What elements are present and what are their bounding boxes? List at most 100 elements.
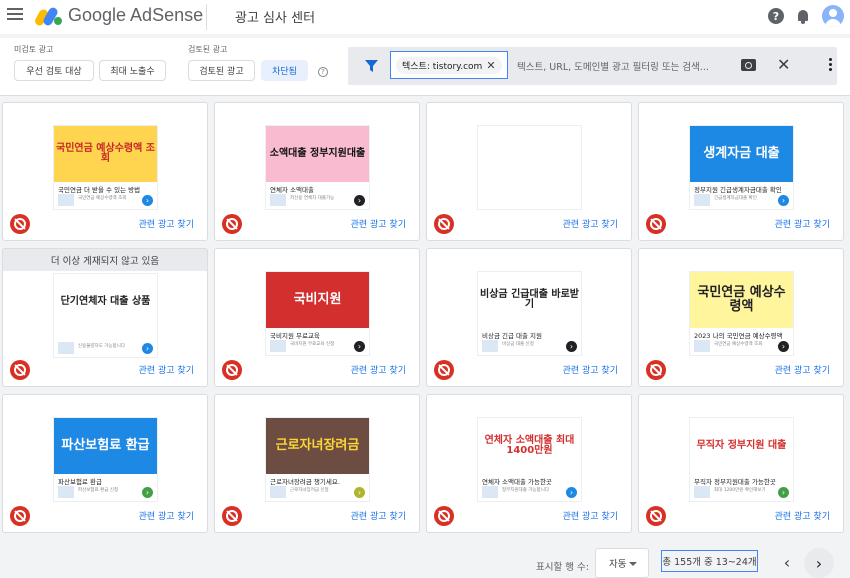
related-ads-link[interactable]: 관련 광고 찾기 <box>351 363 406 376</box>
ad-card[interactable]: 파산보험료 환급 파산보험료 환급 파산보험료 환급 신청 › 관련 광고 찾기 <box>2 394 208 533</box>
search-panel: 텍스트: tistory.com ✕ 텍스트, URL, 도메인별 광고 필터링… <box>348 47 837 85</box>
max-impressions-chip[interactable]: 최대 노출수 <box>99 60 166 81</box>
ad-preview[interactable]: 국민연금 예상수령액 2023 나의 국민연금 예상수령액 국민연금 예상수령액 조… <box>689 271 794 356</box>
notifications-icon[interactable] <box>796 8 810 24</box>
ad-preview[interactable]: 생계자금 대출 정부지원 긴급생계자금대출 확인 긴급생계자금대출 확인 › <box>689 125 794 210</box>
ad-thumbnail <box>694 486 710 498</box>
ad-image-text: 무직자 정부지원 대출 <box>696 439 787 451</box>
related-ads-link[interactable]: 관련 광고 찾기 <box>563 363 618 376</box>
ad-card[interactable]: 국민연금 예상수령액 2023 나의 국민연금 예상수령액 국민연금 예상수령액 조… <box>638 248 844 387</box>
ad-preview[interactable] <box>477 125 582 210</box>
blocked-icon[interactable] <box>646 506 666 526</box>
blocked-icon[interactable] <box>10 360 30 380</box>
search-input[interactable]: 텍스트: tistory.com ✕ <box>390 51 508 79</box>
ad-description: 비상금 대출 신청 <box>502 342 534 347</box>
ad-thumbnail <box>482 486 498 498</box>
ad-arrow-icon: › <box>566 341 577 352</box>
ad-card[interactable]: 더 이상 게재되지 않고 있음 단기연체자 대출 상품 신용불량자도 가능합니다 › 관… <box>2 248 208 387</box>
ad-description: 파산보험료 환급 신청 <box>78 488 119 493</box>
blocked-icon[interactable] <box>646 360 666 380</box>
ad-card[interactable]: 비상금 긴급대출 바로받기 비상금 긴급 대출 지원 비상금 대출 신청 › 관련 광고… <box>426 248 632 387</box>
ad-preview[interactable]: 무직자 정부지원 대출 무직자 정부지원대출 가능한곳 최대 1200만원 확인해보… <box>689 417 794 502</box>
screenshot-icon[interactable] <box>741 59 756 71</box>
ad-thumbnail <box>694 194 710 206</box>
ad-image-text: 국민연금 예상수령액 <box>697 285 786 314</box>
ad-headline: 연체자 소액대출 <box>270 186 314 194</box>
adsense-logo[interactable]: Google AdSense <box>33 5 203 27</box>
ad-image-text: 소액대출 정부지원대출 <box>269 147 366 159</box>
ad-image <box>478 126 581 182</box>
ad-thumbnail <box>482 340 498 352</box>
ad-description: 신용불량자도 가능합니다 <box>78 344 125 349</box>
related-ads-link[interactable]: 관련 광고 찾기 <box>351 509 406 522</box>
blocked-icon[interactable] <box>434 506 454 526</box>
related-ads-link[interactable]: 관련 광고 찾기 <box>563 217 618 230</box>
page-title: 광고 심사 센터 <box>235 11 316 26</box>
blocked-icon[interactable] <box>434 214 454 234</box>
reviewed-chip[interactable]: 검토된 광고 <box>188 60 255 81</box>
top-bar: Google AdSense 광고 심사 센터 ? <box>0 0 850 34</box>
ad-card[interactable]: 무직자 정부지원 대출 무직자 정부지원대출 가능한곳 최대 1200만원 확인해보… <box>638 394 844 533</box>
ad-card[interactable]: 국비지원 국비지원 무료교육 국비지원 무료교육 신청 › 관련 광고 찾기 <box>214 248 420 387</box>
ad-arrow-icon: › <box>778 341 789 352</box>
ad-description: 국민연금 예상수령액 조회 <box>714 342 763 347</box>
blocked-icon[interactable] <box>222 214 242 234</box>
blocked-icon[interactable] <box>10 506 30 526</box>
ad-arrow-icon: › <box>142 343 153 354</box>
ad-headline: 근로자녀장려금 챙기세요. <box>270 478 340 486</box>
close-icon[interactable]: ✕ <box>777 55 790 74</box>
blocked-icon[interactable] <box>222 506 242 526</box>
related-ads-link[interactable]: 관련 광고 찾기 <box>351 217 406 230</box>
ad-preview[interactable]: 비상금 긴급대출 바로받기 비상금 긴급 대출 지원 비상금 대출 신청 › <box>477 271 582 356</box>
rows-per-page-select[interactable]: 자동 <box>595 548 649 578</box>
blocked-icon[interactable] <box>434 360 454 380</box>
related-ads-link[interactable]: 관련 광고 찾기 <box>775 363 830 376</box>
ad-image-text: 단기연체자 대출 상품 <box>60 295 151 307</box>
prev-page-button[interactable]: ‹ <box>777 552 797 572</box>
page-range-info: 총 155개 중 13~24개 <box>661 550 758 572</box>
help-icon[interactable]: ? <box>768 8 784 24</box>
ad-card[interactable]: 관련 광고 찾기 <box>426 102 632 241</box>
ad-preview[interactable]: 국민연금 예상수령액 조회 국민연금 더 받을 수 있는 방법 국민연금 예상수령액… <box>53 125 158 210</box>
next-page-button[interactable]: › <box>804 548 834 578</box>
ad-image-text: 근로자녀장려금 <box>275 438 360 454</box>
ad-preview[interactable]: 단기연체자 대출 상품신용불량자도 가능합니다 › <box>53 273 158 358</box>
ad-arrow-icon: › <box>778 195 789 206</box>
related-ads-link[interactable]: 관련 광고 찾기 <box>775 217 830 230</box>
ad-preview[interactable]: 소액대출 정부지원대출 연체자 소액대출 저신용 연체자 대출가능 › <box>265 125 370 210</box>
ad-preview[interactable]: 국비지원 국비지원 무료교육 국비지원 무료교육 신청 › <box>265 271 370 356</box>
blocked-icon[interactable] <box>222 360 242 380</box>
filter-icon[interactable] <box>365 60 378 72</box>
ad-card[interactable]: 국민연금 예상수령액 조회 국민연금 더 받을 수 있는 방법 국민연금 예상수령액… <box>2 102 208 241</box>
ad-thumbnail <box>270 340 286 352</box>
related-ads-link[interactable]: 관련 광고 찾기 <box>139 217 194 230</box>
menu-icon[interactable] <box>7 8 23 22</box>
blocked-chip[interactable]: 차단됨 <box>261 60 308 81</box>
info-icon[interactable]: ? <box>318 67 328 77</box>
related-ads-link[interactable]: 관련 광고 찾기 <box>775 509 830 522</box>
related-ads-link[interactable]: 관련 광고 찾기 <box>563 509 618 522</box>
filter-bar: 미검토 광고 우선 검토 대상 최대 노출수 검토된 광고 검토된 광고 차단됨… <box>0 38 850 96</box>
ad-card[interactable]: 근로자녀장려금 근로자녀장려금 챙기세요. 근로자녀장려금 신청 › 관련 광고 찾기 <box>214 394 420 533</box>
ad-description: 국비지원 무료교육 신청 <box>290 342 335 347</box>
ad-preview[interactable]: 연체자 소액대출 최대 1400만원 연체자 소액대출 가능한곳 정부지원대출 가능… <box>477 417 582 502</box>
more-options-icon[interactable] <box>829 58 833 74</box>
adsense-logo-icon <box>33 5 63 27</box>
priority-chip[interactable]: 우선 검토 대상 <box>14 60 94 81</box>
active-filter-chip[interactable]: 텍스트: tistory.com ✕ <box>396 57 502 74</box>
rows-per-page-value: 자동 <box>609 559 627 570</box>
ad-preview[interactable]: 근로자녀장려금 근로자녀장려금 챙기세요. 근로자녀장려금 신청 › <box>265 417 370 502</box>
ad-card[interactable]: 소액대출 정부지원대출 연체자 소액대출 저신용 연체자 대출가능 › 관련 광고 찾기 <box>214 102 420 241</box>
related-ads-link[interactable]: 관련 광고 찾기 <box>139 363 194 376</box>
blocked-icon[interactable] <box>10 214 30 234</box>
ad-card[interactable]: 생계자금 대출 정부지원 긴급생계자금대출 확인 긴급생계자금대출 확인 › 관련 광고… <box>638 102 844 241</box>
blocked-icon[interactable] <box>646 214 666 234</box>
related-ads-link[interactable]: 관련 광고 찾기 <box>139 509 194 522</box>
remove-filter-icon[interactable]: ✕ <box>486 59 495 72</box>
ad-headline: 국비지원 무료교육 <box>270 332 320 340</box>
ad-preview[interactable]: 파산보험료 환급 파산보험료 환급 파산보험료 환급 신청 › <box>53 417 158 502</box>
avatar[interactable] <box>822 5 844 27</box>
ad-image-text: 국민연금 예상수령액 조회 <box>56 142 155 164</box>
search-placeholder[interactable]: 텍스트, URL, 도메인별 광고 필터링 또는 검색... <box>517 59 709 73</box>
ad-card[interactable]: 연체자 소액대출 최대 1400만원 연체자 소액대출 가능한곳 정부지원대출 가능… <box>426 394 632 533</box>
